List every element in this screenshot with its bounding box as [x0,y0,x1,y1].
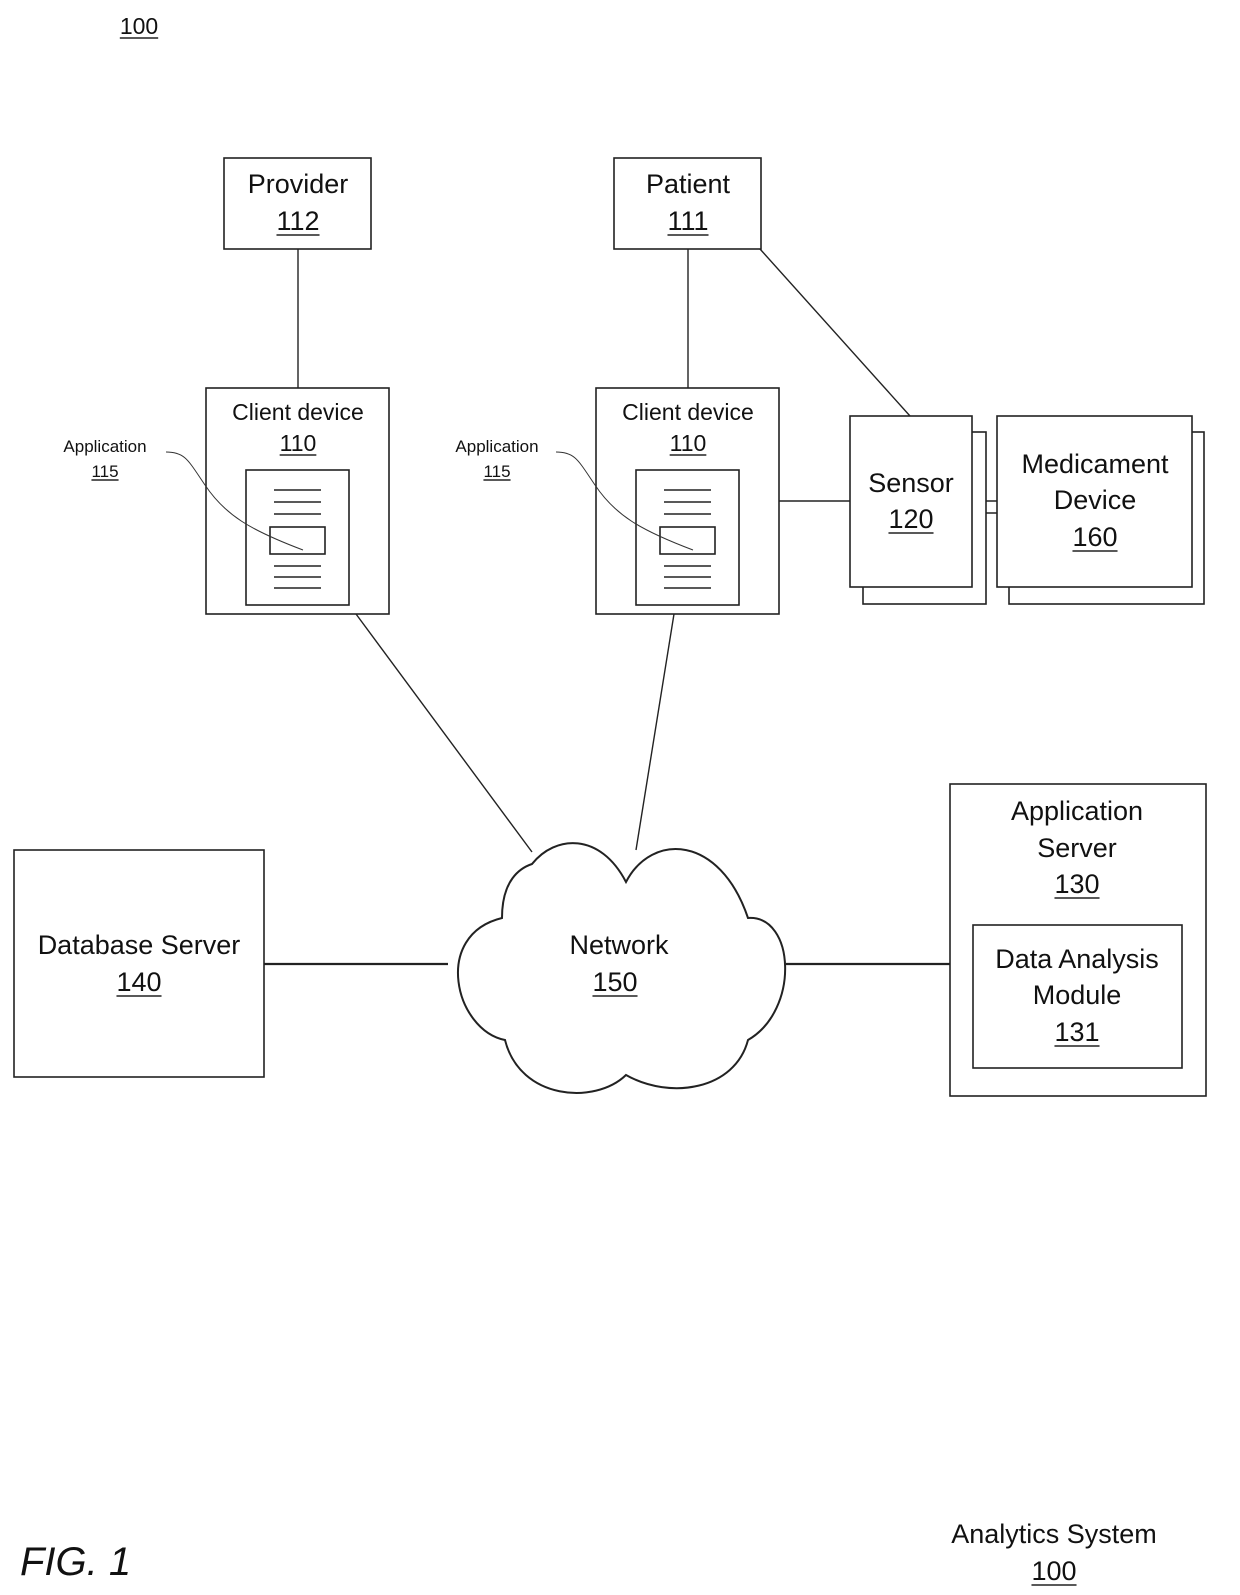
medicament-label-line2: Device [1054,485,1137,515]
provider-ref: 112 [276,206,319,236]
sensor-node: Sensor 120 [849,415,987,605]
medicament-label-line1: Medicament [1021,449,1169,479]
patient-ref: 111 [667,206,708,236]
application-server-label-line2: Server [1037,833,1117,863]
client-device-ref: 110 [670,430,707,456]
application-label: Application [63,437,146,456]
edge-client-network-right [635,613,675,851]
data-analysis-label-line2: Module [1033,980,1122,1010]
database-server-ref: 140 [116,967,161,997]
sensor-box [849,415,973,588]
figure-caption: FIG. 1 [20,1540,131,1584]
data-analysis-ref: 131 [1054,1017,1099,1047]
medicament-device-node: Medicament Device 160 [996,415,1205,605]
system-ref: 100 [1031,1556,1076,1586]
client-device-provider: Client device 110 Application 115 [63,387,390,615]
sensor-label: Sensor [868,468,954,498]
provider-node: Provider 112 [223,157,372,250]
database-server-box [13,849,265,1078]
medicament-ref: 160 [1072,522,1117,552]
client-device-label: Client device [232,399,364,425]
patient-node: Patient 111 [613,157,762,250]
database-server-node: Database Server 140 [13,849,265,1078]
sensor-ref: 120 [888,504,933,534]
client-device-ref: 110 [280,430,317,456]
system-title: Analytics System [951,1519,1157,1549]
application-server-node: Application Server 130 Data Analysis Mod… [949,783,1207,1097]
network-node: Network 150 [457,842,787,1094]
network-label: Network [569,930,669,960]
provider-label: Provider [248,169,349,199]
application-ref: 115 [483,462,510,481]
database-server-label: Database Server [38,930,241,960]
top-reference-number: 100 [120,13,158,39]
application-label: Application [455,437,538,456]
patient-label: Patient [646,169,731,199]
edge-client-network-left [355,613,533,853]
client-device-patient: Client device 110 Application 115 [455,387,780,615]
system-diagram: 100 Provider 112 Patient 111 Client devi… [13,13,1207,1586]
client-device-label: Client device [622,399,754,425]
edge-patient-sensor [759,248,911,417]
application-server-label-line1: Application [1011,796,1143,826]
application-server-ref: 130 [1054,869,1099,899]
data-analysis-label-line1: Data Analysis [995,944,1159,974]
network-ref: 150 [592,967,637,997]
application-ref: 115 [91,462,118,481]
